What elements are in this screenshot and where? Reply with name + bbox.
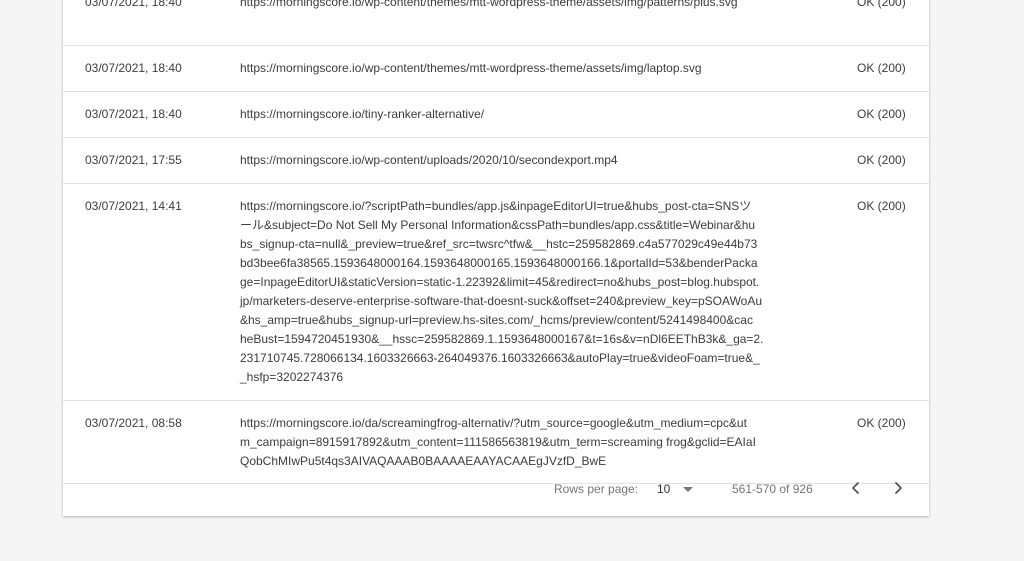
table-row: 03/07/2021, 18:40 https://morningscore.i…	[63, 92, 929, 138]
row-date: 03/07/2021, 17:55	[85, 153, 182, 167]
table-row: 03/07/2021, 18:40 https://morningscore.i…	[63, 46, 929, 92]
row-url: https://morningscore.io/wp-content/theme…	[240, 0, 738, 9]
row-url-line: ge=InpageEditorUI&staticVersion=static-1…	[240, 275, 760, 289]
row-url-line: jp/marketers-deserve-enterprise-software…	[240, 294, 763, 308]
row-url: https://morningscore.io/wp-content/theme…	[240, 61, 702, 75]
row-status: OK (200)	[857, 61, 906, 75]
row-url-line: https://morningscore.io/da/screamingfrog…	[240, 416, 747, 430]
table-pagination: Rows per page: 10 561-570 of 926	[63, 463, 929, 516]
table-row: 03/07/2021, 18:40 https://morningscore.i…	[63, 0, 929, 46]
chevron-right-icon	[895, 482, 902, 494]
row-url: https://morningscore.io/?scriptPath=bund…	[240, 197, 776, 387]
row-url-line: bs_signup-cta=null&_preview=true&ref_src…	[240, 237, 758, 251]
pagination-range: 561-570 of 926	[732, 482, 813, 496]
rows-per-page-select[interactable]: 10	[657, 482, 670, 496]
row-url: https://morningscore.io/tiny-ranker-alte…	[240, 107, 485, 121]
row-url-line: https://morningscore.io/?scriptPath=bund…	[240, 199, 752, 213]
chevron-left-icon	[852, 482, 859, 494]
row-url-line: 231710745.728066134.1603326663-264049376…	[240, 351, 760, 365]
logs-table-body: 03/07/2021, 18:40 https://morningscore.i…	[63, 0, 929, 484]
row-url-line: heBust=1594720451930&__hssc=259582869.1.…	[240, 332, 764, 346]
row-status: OK (200)	[857, 199, 906, 213]
row-date: 03/07/2021, 18:40	[85, 61, 182, 75]
triangle-down-icon[interactable]	[683, 487, 693, 492]
row-url-line: bd3bee6fa38565.1593648000164.15936480001…	[240, 256, 758, 270]
row-status: OK (200)	[857, 0, 906, 9]
row-date: 03/07/2021, 18:40	[85, 107, 182, 121]
row-status: OK (200)	[857, 416, 906, 430]
logs-table-card: 03/07/2021, 18:40 https://morningscore.i…	[63, 0, 929, 516]
row-date: 03/07/2021, 18:40	[85, 0, 182, 9]
row-date: 03/07/2021, 08:58	[85, 416, 182, 430]
row-status: OK (200)	[857, 107, 906, 121]
row-url-line: _hsfp=3202274376	[240, 370, 344, 384]
row-url-line: &hs_amp=true&hubs_signup-url=preview.hs-…	[240, 313, 753, 327]
next-page-button[interactable]	[886, 476, 910, 500]
rows-per-page-label: Rows per page:	[554, 482, 639, 496]
row-url: https://morningscore.io/wp-content/uploa…	[240, 153, 618, 167]
table-row: 03/07/2021, 14:41 https://morningscore.i…	[63, 184, 929, 401]
table-row: 03/07/2021, 17:55 https://morningscore.i…	[63, 138, 929, 184]
row-date: 03/07/2021, 14:41	[85, 199, 182, 213]
row-status: OK (200)	[857, 153, 906, 167]
previous-page-button[interactable]	[844, 476, 868, 500]
row-url-line: m_campaign=8915917892&utm_content=111586…	[240, 435, 756, 449]
row-url-line: ール&subject=Do Not Sell My Personal Infor…	[240, 218, 756, 232]
